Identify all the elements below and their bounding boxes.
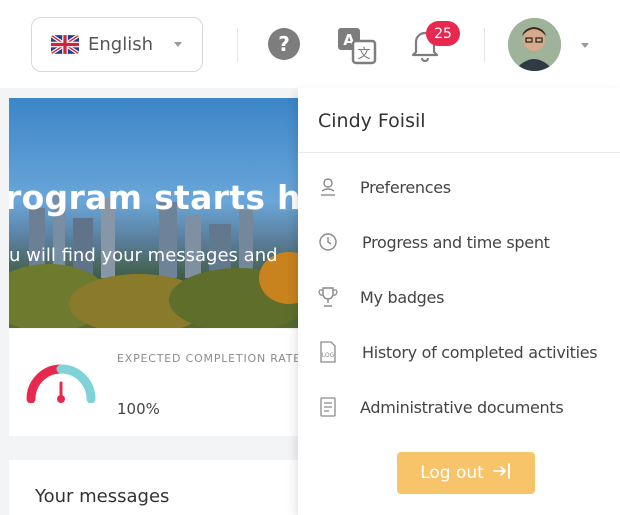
trophy-icon xyxy=(318,285,338,309)
language-selector[interactable]: English xyxy=(31,17,203,72)
menu-item-documents[interactable]: Administrative documents xyxy=(298,385,620,429)
chevron-down-icon[interactable] xyxy=(581,43,589,48)
chevron-down-icon xyxy=(174,42,182,47)
hero-banner: rogram starts he u will find your messag… xyxy=(9,98,309,328)
divider xyxy=(298,152,620,153)
help-circle-icon[interactable]: ? xyxy=(268,28,300,60)
user-avatar[interactable] xyxy=(508,18,561,71)
user-menu-dropdown: Cindy Foisil Preferences Progress and ti… xyxy=(298,88,620,515)
menu-item-label: My badges xyxy=(360,287,445,307)
menu-item-label: Administrative documents xyxy=(360,397,564,417)
user-icon xyxy=(318,175,338,199)
menu-item-history[interactable]: LOG History of completed activities xyxy=(298,330,620,374)
language-label: English xyxy=(88,34,153,55)
messages-card: Your messages xyxy=(9,460,309,515)
logout-icon xyxy=(492,462,512,485)
user-name: Cindy Foisil xyxy=(318,110,426,132)
logout-label: Log out xyxy=(420,463,484,483)
messages-title: Your messages xyxy=(35,486,170,507)
menu-item-progress[interactable]: Progress and time spent xyxy=(298,220,620,264)
completion-rate-value: 100% xyxy=(117,400,160,418)
log-file-icon: LOG xyxy=(318,340,338,364)
menu-item-label: History of completed activities xyxy=(362,342,598,362)
completion-rate-label: EXPECTED COMPLETION RATE xyxy=(117,352,302,365)
uk-flag-icon xyxy=(51,35,79,54)
top-bar: English ? A 文 25 xyxy=(0,0,620,88)
divider xyxy=(237,28,238,62)
svg-text:文: 文 xyxy=(357,47,370,62)
document-icon xyxy=(318,395,338,419)
gauge-icon xyxy=(26,364,96,403)
completion-rate-card: EXPECTED COMPLETION RATE 100% xyxy=(9,329,309,436)
menu-item-badges[interactable]: My badges xyxy=(298,275,620,319)
divider xyxy=(484,28,485,62)
logout-button[interactable]: Log out xyxy=(397,452,535,494)
menu-item-label: Preferences xyxy=(360,177,451,197)
svg-text:LOG: LOG xyxy=(322,352,335,359)
notification-badge: 25 xyxy=(426,21,460,46)
clock-icon xyxy=(318,230,338,254)
menu-item-label: Progress and time spent xyxy=(362,232,550,252)
translate-icon[interactable]: A 文 xyxy=(336,26,378,66)
hero-subtitle: u will find your messages and xyxy=(9,245,278,266)
hero-title: rogram starts he xyxy=(9,178,309,217)
menu-item-preferences[interactable]: Preferences xyxy=(298,165,620,209)
